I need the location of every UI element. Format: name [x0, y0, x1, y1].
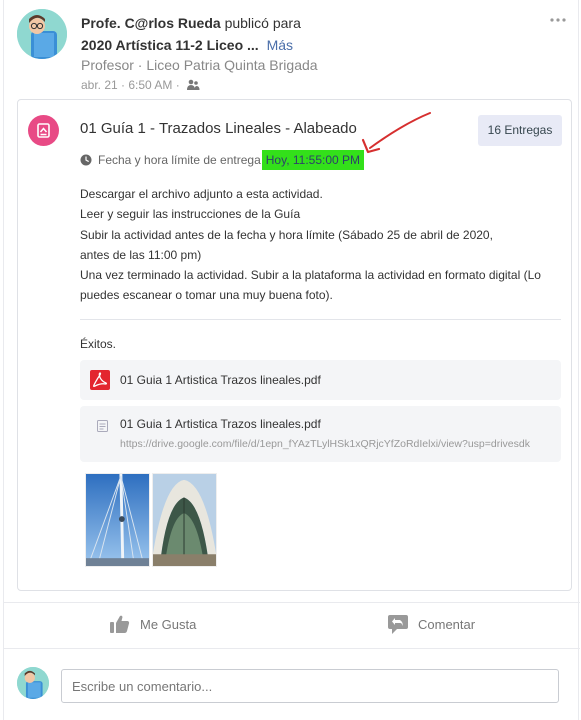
- assignment-title[interactable]: 01 Guía 1 - Trazados Lineales - Alabeado: [80, 119, 357, 139]
- link-title[interactable]: 01 Guia 1 Artistica Trazos lineales.pdf: [120, 417, 321, 431]
- group-name[interactable]: 2020 Artística 11-2 Liceo ...: [81, 37, 259, 53]
- thumbs-up-icon: [110, 615, 130, 633]
- description-line: antes de las 11:00 pm): [80, 247, 202, 262]
- comment-label: Comentar: [418, 616, 476, 632]
- pdf-icon: [90, 370, 110, 390]
- deadline-value: Hoy, 11:55:00 PM: [261, 150, 365, 170]
- description-line: Leer y seguir las instrucciones de la Gu…: [80, 207, 301, 222]
- assignment-card: 01 Guía 1 - Trazados Lineales - Alabeado…: [17, 99, 572, 591]
- author-avatar[interactable]: [17, 9, 67, 59]
- description-line: puedes escanear o tomar una muy buena fo…: [80, 288, 333, 303]
- deadline-row: Fecha y hora límite de entrega Hoy, 11:5…: [80, 149, 365, 171]
- divider: [80, 319, 561, 320]
- post-meta: abr. 21 · 6:50 AM ·: [81, 77, 200, 93]
- description-line: Una vez terminado la actividad. Subir a …: [80, 268, 541, 283]
- post-header: Profe. C@rlos Rueda publicó para: [81, 14, 301, 32]
- comment-input[interactable]: [61, 669, 559, 703]
- author-name[interactable]: Profe. C@rlos Rueda: [81, 15, 221, 31]
- like-button[interactable]: Me Gusta: [110, 612, 196, 636]
- link-preview[interactable]: 01 Guia 1 Artistica Trazos lineales.pdf …: [80, 406, 561, 462]
- document-icon: [97, 420, 108, 432]
- post-timestamp[interactable]: abr. 21 · 6:50 AM ·: [81, 77, 180, 93]
- clock-icon: [80, 154, 92, 166]
- divider: [4, 602, 580, 603]
- description-line: Descargar el archivo adjunto a esta acti…: [80, 187, 323, 201]
- more-link[interactable]: Más: [267, 37, 293, 53]
- image-thumbnail[interactable]: [152, 473, 217, 567]
- comment-icon: [388, 614, 408, 634]
- submissions-button[interactable]: 16 Entregas: [478, 115, 562, 146]
- attachment-file[interactable]: 01 Guia 1 Artistica Trazos lineales.pdf: [80, 360, 561, 400]
- divider: [4, 648, 580, 649]
- like-label: Me Gusta: [140, 616, 197, 632]
- author-role: Profesor · Liceo Patria Quinta Brigada: [81, 57, 318, 73]
- group-audience-icon: [186, 79, 200, 91]
- annotation-arrow-icon: [361, 112, 431, 154]
- link-url[interactable]: https://drive.google.com/file/d/1epn_fYA…: [120, 438, 530, 450]
- comment-button[interactable]: Comentar: [388, 612, 475, 636]
- closing-text: Éxitos.: [80, 337, 117, 351]
- description-line: Subir la actividad antes de la fecha y h…: [80, 227, 493, 242]
- action-text: publicó para: [224, 15, 301, 31]
- image-thumbnail[interactable]: [85, 473, 150, 567]
- attachment-name[interactable]: 01 Guia 1 Artistica Trazos lineales.pdf: [120, 373, 321, 387]
- more-horizontal-icon[interactable]: [548, 10, 568, 30]
- assignment-description: Descargar el archivo adjunto a esta acti…: [80, 184, 560, 306]
- post-target: 2020 Artística 11-2 Liceo ... Más: [81, 36, 293, 54]
- user-avatar: [17, 667, 49, 699]
- post-card: Profe. C@rlos Rueda publicó para 2020 Ar…: [3, 0, 580, 720]
- assignment-icon: [28, 115, 59, 146]
- deadline-label: Fecha y hora límite de entrega: [98, 153, 261, 167]
